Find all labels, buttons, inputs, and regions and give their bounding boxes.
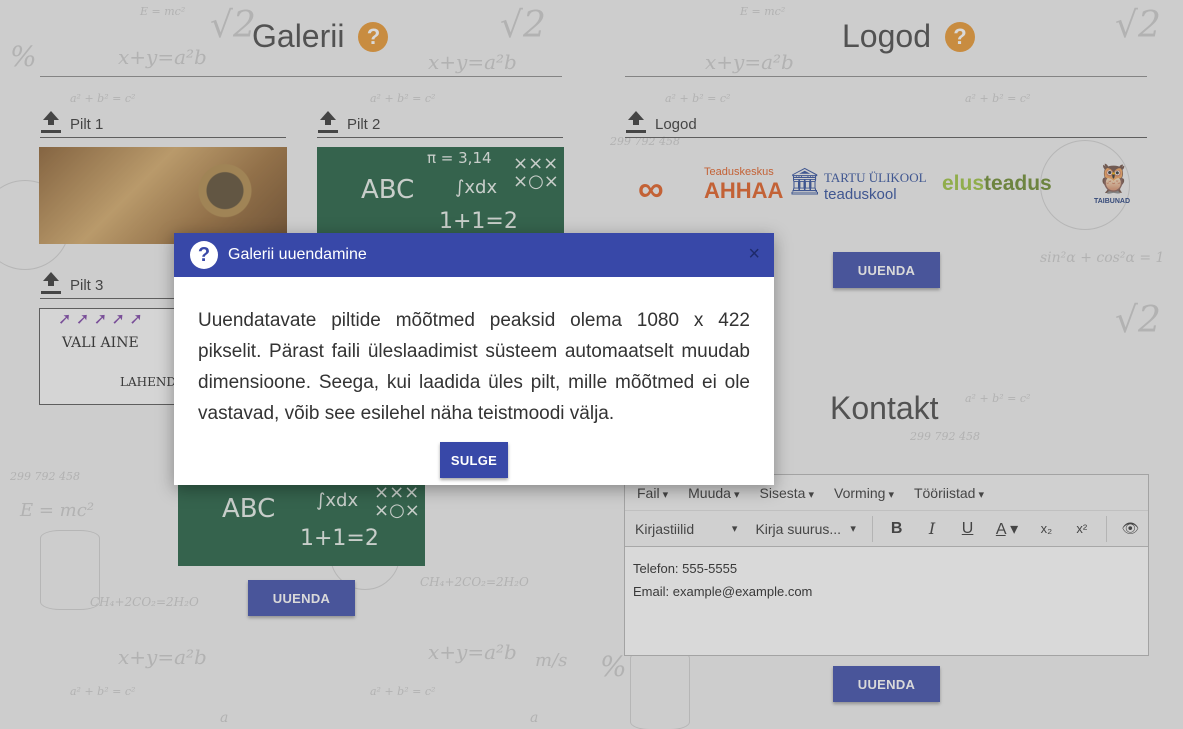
dialog-title: Galerii uuendamine <box>228 246 367 263</box>
close-icon[interactable]: × <box>748 243 760 266</box>
dialog-header: ? Galerii uuendamine × <box>174 233 774 277</box>
question-icon: ? <box>190 241 218 269</box>
sulge-button[interactable]: SULGE <box>440 442 508 478</box>
galerii-update-dialog: ? Galerii uuendamine × Uuendatavate pilt… <box>174 233 774 485</box>
dialog-body: Uuendatavate piltide mõõtmed peaksid ole… <box>198 310 750 424</box>
